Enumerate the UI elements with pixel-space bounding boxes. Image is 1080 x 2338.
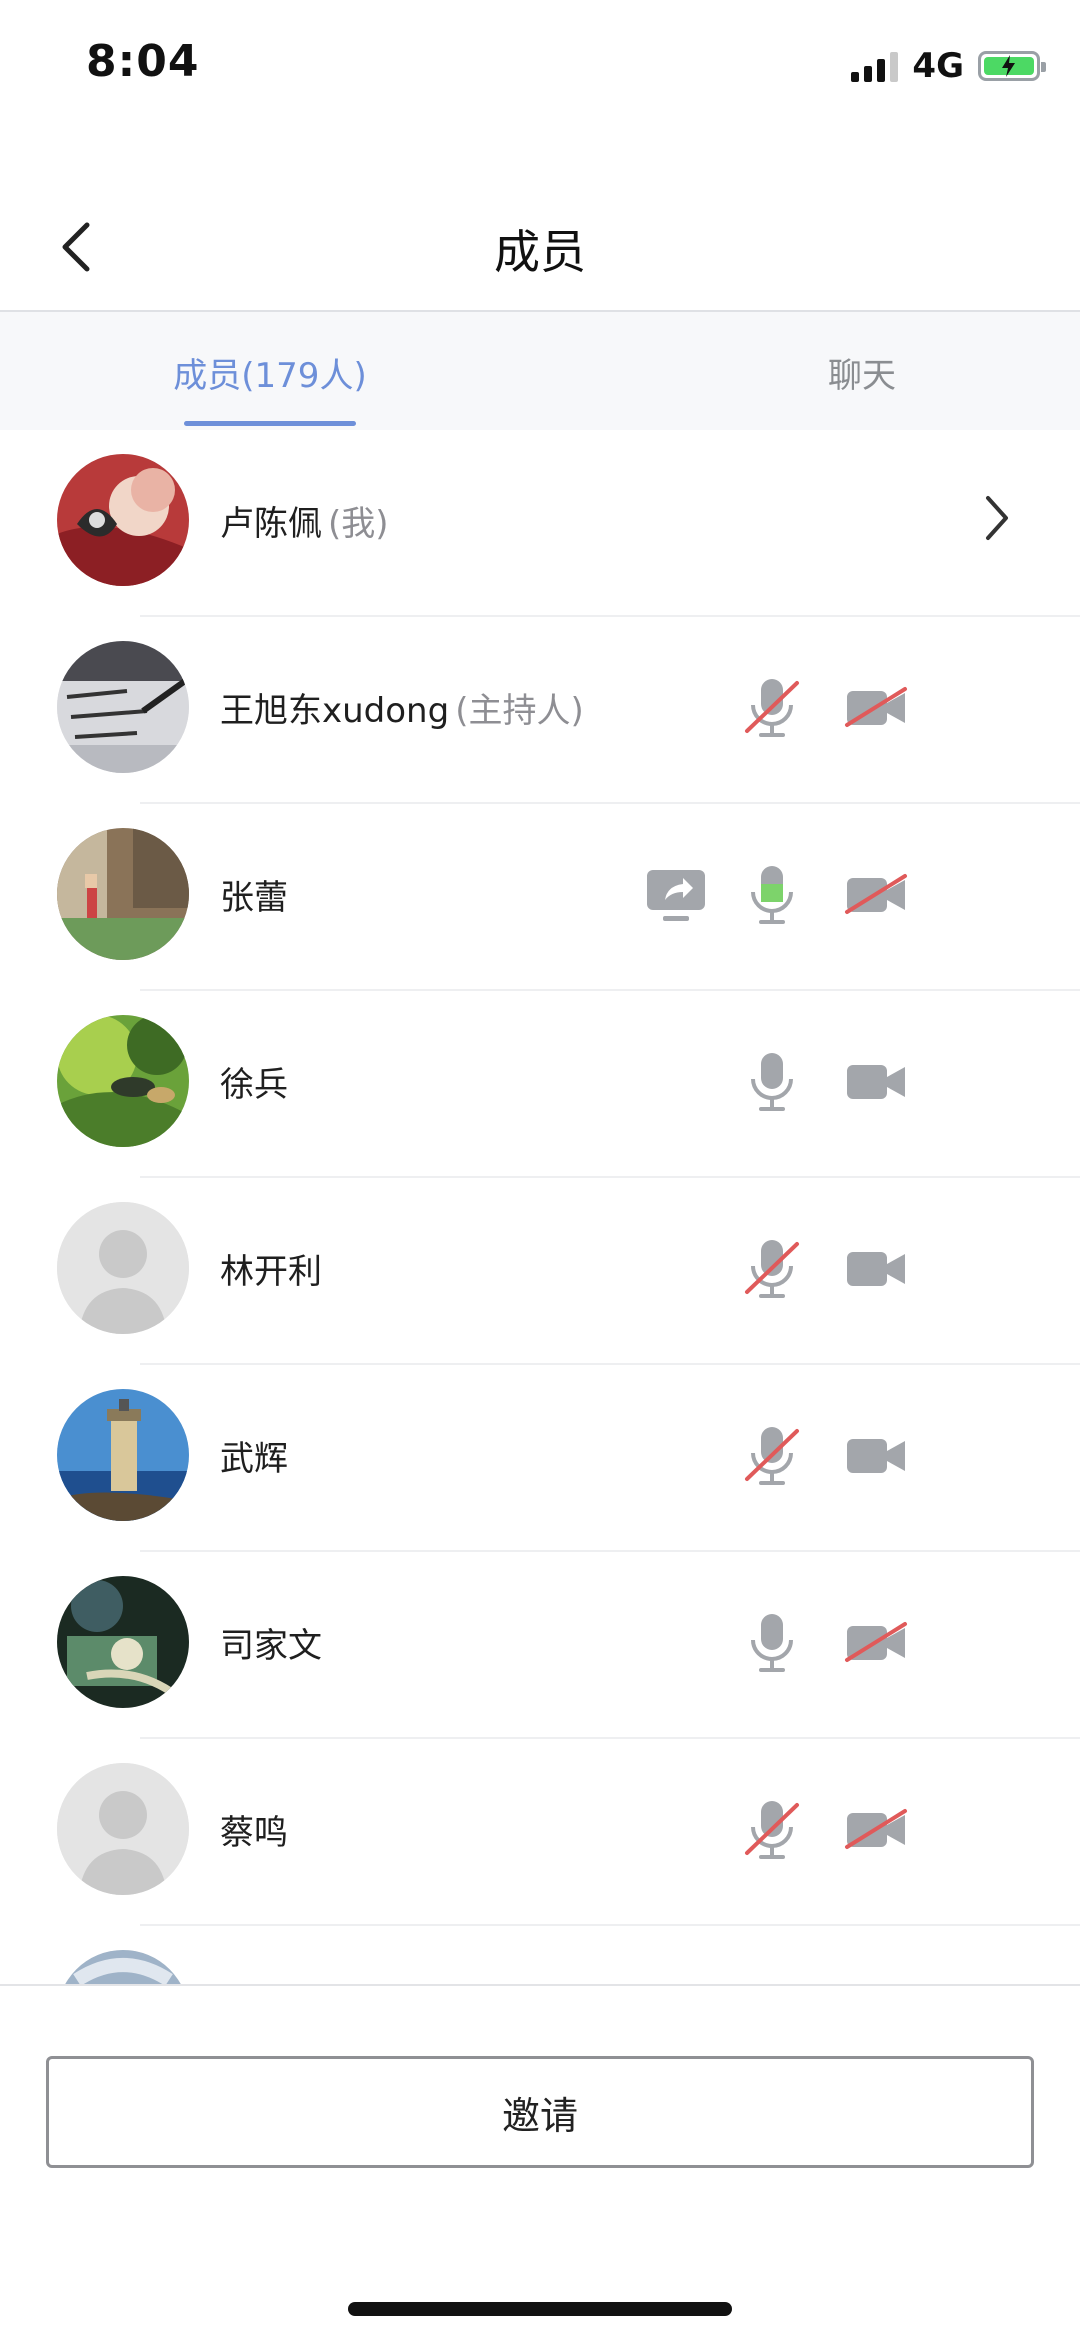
member-role: (主持人) [455, 691, 584, 731]
microphone-icon[interactable] [736, 1607, 808, 1679]
member-name-text: 张蕾 [220, 878, 288, 918]
avatar [57, 1202, 189, 1334]
screen-share-icon [640, 859, 712, 931]
member-name: 卢陈佩 (我) [220, 496, 389, 545]
member-name: 蔡鸣 [220, 1805, 288, 1854]
invite-button[interactable]: 邀请 [46, 2056, 1034, 2168]
camera-off-icon[interactable] [840, 1607, 912, 1679]
network-type: 4G [912, 46, 964, 86]
member-name-text: 王旭东xudong [220, 691, 450, 731]
avatar [57, 454, 189, 586]
member-role: (我) [328, 504, 389, 544]
tab-bar: 成员(179人) 聊天 [0, 312, 1080, 430]
microphone-muted-icon[interactable] [736, 1794, 808, 1866]
member-row[interactable]: 司家文 [0, 1552, 1080, 1739]
tab-chat[interactable]: 聊天 [540, 312, 1080, 430]
bottom-bar: 邀请 [0, 1984, 1080, 2338]
chevron-right-icon[interactable] [982, 492, 1022, 552]
camera-off-icon[interactable] [840, 1794, 912, 1866]
member-row[interactable] [0, 1926, 1080, 1984]
member-name: 林开利 [220, 1244, 322, 1293]
avatar [57, 1389, 189, 1521]
avatar [57, 1950, 189, 1984]
home-indicator [348, 2302, 732, 2316]
member-name-text: 武辉 [220, 1439, 288, 1479]
avatar [57, 1763, 189, 1895]
page-title: 成员 [494, 225, 586, 279]
member-name: 武辉 [220, 1431, 288, 1480]
camera-icon[interactable] [840, 1046, 912, 1118]
member-name: 徐兵 [220, 1057, 288, 1106]
avatar [57, 641, 189, 773]
member-name-text: 卢陈佩 [220, 504, 322, 544]
avatar [57, 1576, 189, 1708]
member-list[interactable]: 卢陈佩 (我) 王旭东xudong (主持人) 张蕾 徐兵 林开利 武辉 司家文… [0, 430, 1080, 1984]
member-row[interactable]: 张蕾 [0, 804, 1080, 991]
avatar [57, 1015, 189, 1147]
member-row[interactable]: 林开利 [0, 1178, 1080, 1365]
tab-members[interactable]: 成员(179人) [0, 312, 540, 430]
member-name-text: 林开利 [220, 1252, 322, 1292]
active-tab-indicator [184, 421, 356, 426]
camera-off-icon[interactable] [840, 672, 912, 744]
member-row[interactable]: 武辉 [0, 1365, 1080, 1552]
navigation-bar: 成员 [0, 180, 1080, 312]
member-row[interactable]: 卢陈佩 (我) [0, 430, 1080, 617]
member-name: 司家文 [220, 1618, 322, 1667]
status-time: 8:04 [86, 36, 200, 87]
camera-icon[interactable] [840, 1420, 912, 1492]
microphone-muted-icon[interactable] [736, 1420, 808, 1492]
member-row[interactable]: 蔡鸣 [0, 1739, 1080, 1926]
microphone-speaking-icon[interactable] [736, 859, 808, 931]
member-name: 王旭东xudong (主持人) [220, 683, 584, 732]
member-name-text: 徐兵 [220, 1065, 288, 1105]
avatar [57, 828, 189, 960]
signal-icon [851, 50, 899, 82]
tab-members-label: 成员(179人) [173, 356, 367, 396]
member-name-text: 蔡鸣 [220, 1813, 288, 1853]
member-name: 张蕾 [220, 870, 288, 919]
microphone-muted-icon[interactable] [736, 1233, 808, 1305]
tab-chat-label: 聊天 [828, 356, 896, 396]
status-bar: 8:04 4G [0, 0, 1080, 130]
microphone-muted-icon[interactable] [736, 672, 808, 744]
member-name-text: 司家文 [220, 1626, 322, 1666]
microphone-icon[interactable] [736, 1046, 808, 1118]
member-row[interactable]: 王旭东xudong (主持人) [0, 617, 1080, 804]
status-indicators: 4G [851, 46, 1046, 86]
camera-icon[interactable] [840, 1233, 912, 1305]
member-row[interactable]: 徐兵 [0, 991, 1080, 1178]
camera-off-icon[interactable] [840, 859, 912, 931]
battery-icon [978, 51, 1046, 81]
